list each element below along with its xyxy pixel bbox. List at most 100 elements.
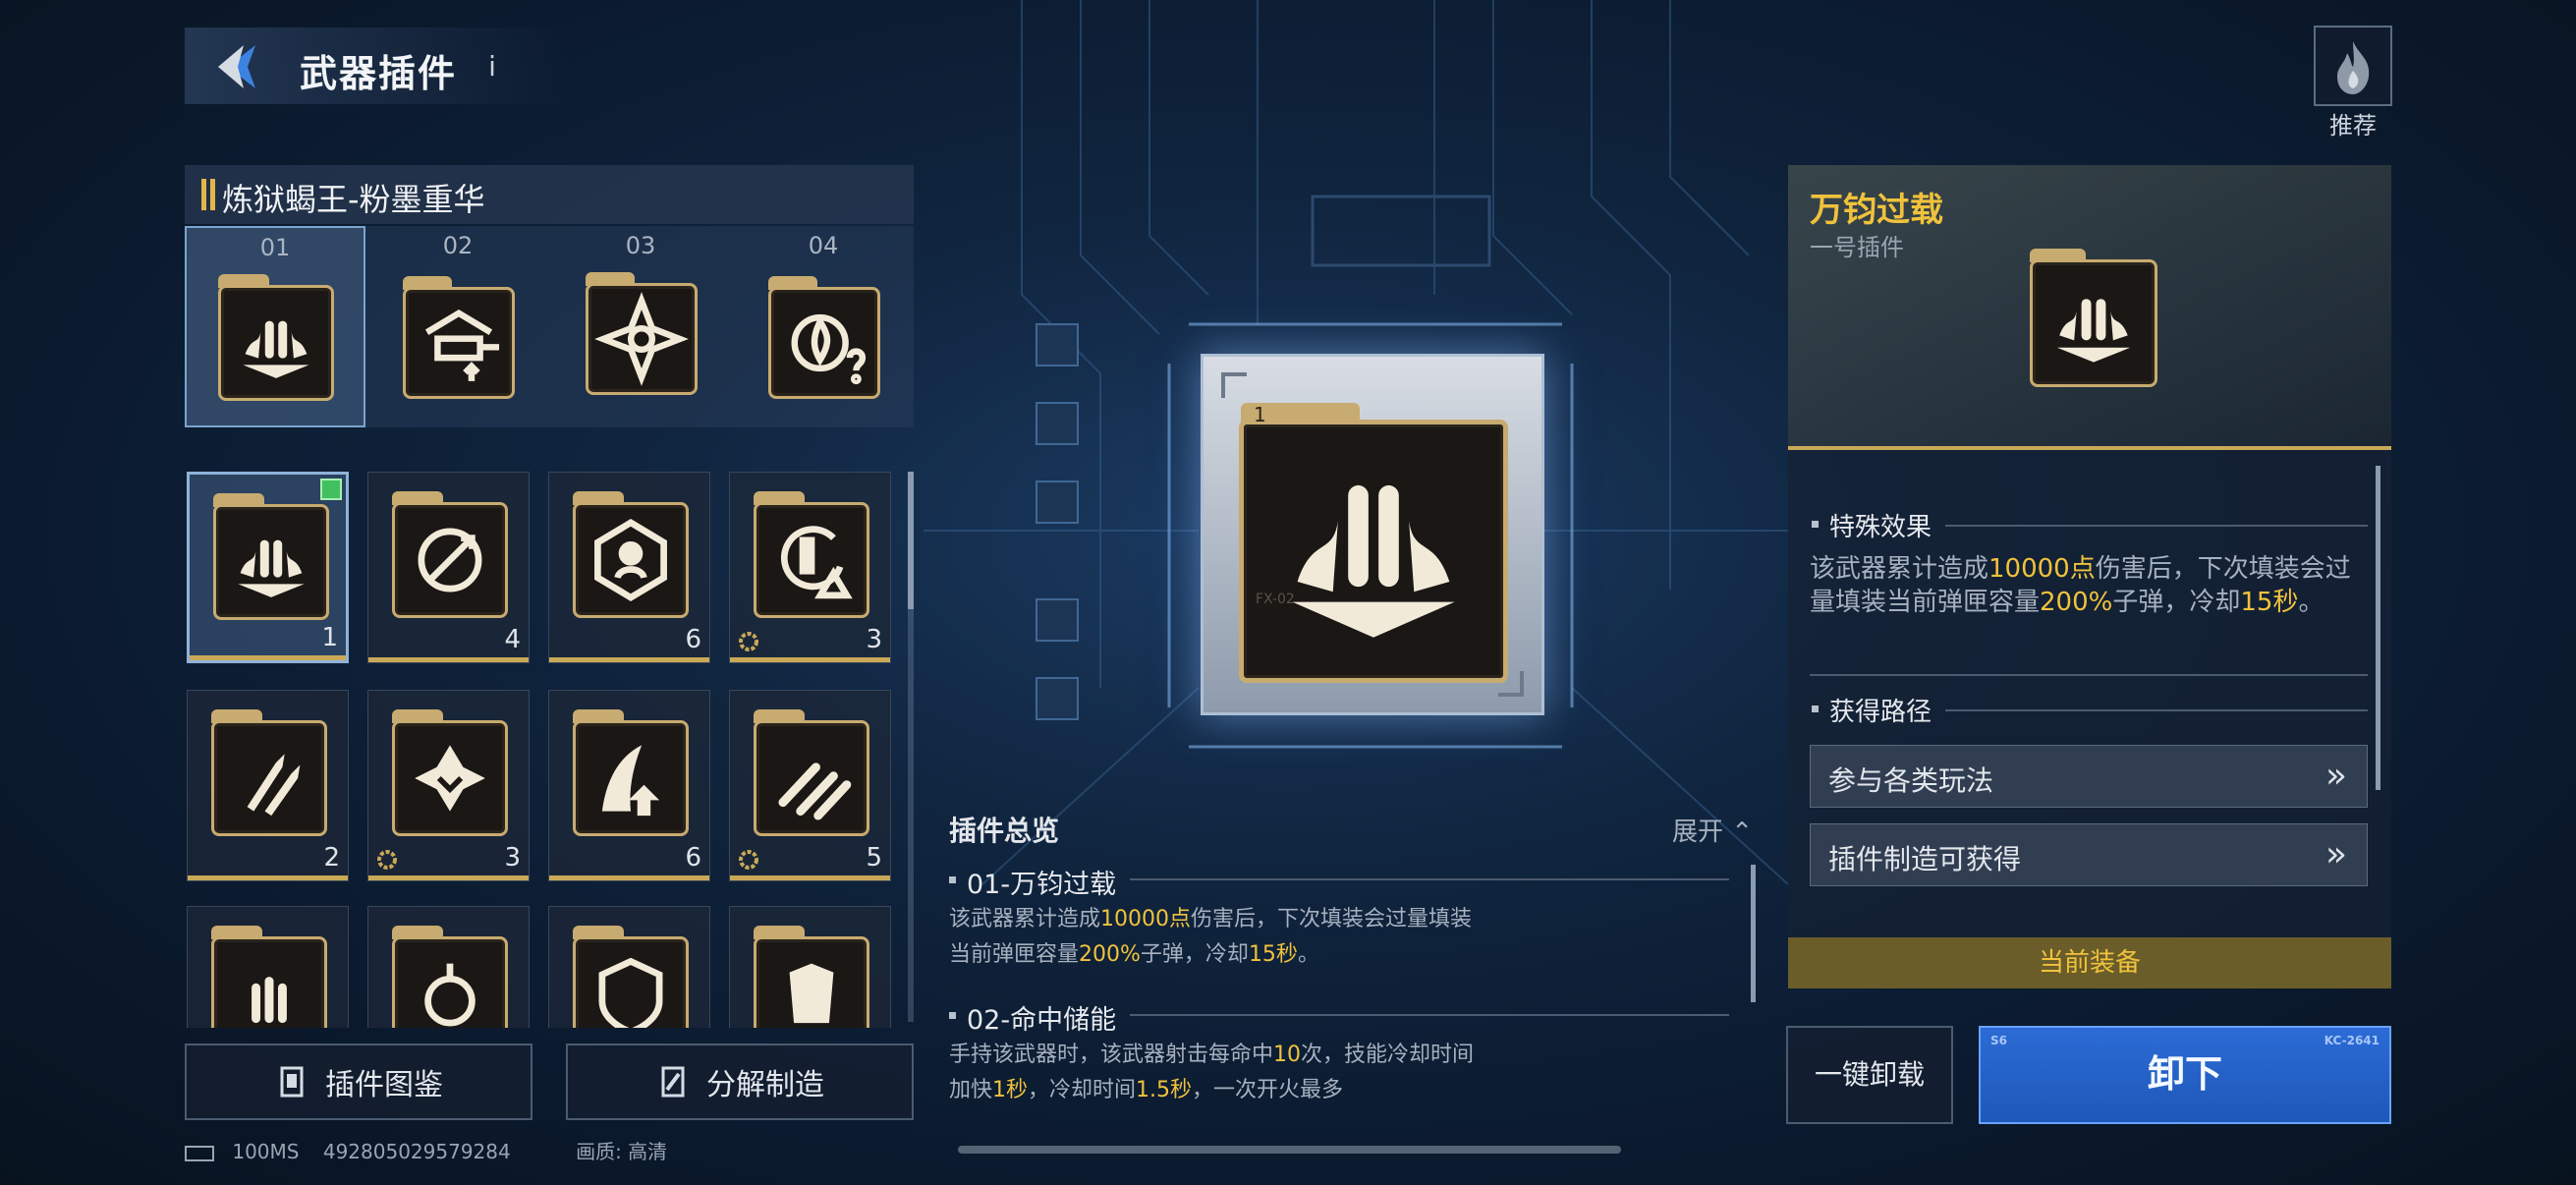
slot-04[interactable]: 04 [733,226,914,427]
inventory-card[interactable]: 1 [187,472,349,663]
catalog-button[interactable]: 插件图鉴 [185,1044,532,1120]
plugin-slots: 01 02 03 04 [185,226,914,427]
overview-title: 插件总览 [949,815,1060,847]
expand-label: 展开 [1672,818,1724,847]
flame-icon [2337,41,2370,94]
inventory-card[interactable] [729,906,891,1028]
plugin-count: 2 [323,843,340,873]
button-mark: KC-2641 [2324,1034,2380,1047]
rarity-bar [730,875,890,880]
plugin-count: 5 [866,843,882,873]
slot-01[interactable]: 01 [185,226,365,427]
plugin-count: 1 [321,623,338,652]
expand-toggle[interactable]: 展开 ⌃ [1672,812,1753,848]
chip-code: FX-02 [1256,592,1295,607]
quality-label: 画质: 高清 [576,1140,668,1163]
page-title: 武器插件 [300,52,458,95]
unload-label: 卸下 [2147,1052,2222,1096]
slot-03[interactable]: 03 [550,226,731,427]
inventory-card[interactable]: 3 [367,690,530,881]
rockets-icon [211,709,327,836]
plugin-chip-display: 1 FX-02 [1201,354,1544,715]
divider [1945,525,2368,527]
detail-scrollbar[interactable] [2376,466,2380,790]
bullet-dot [1812,521,1819,528]
bullets-wings-icon [2030,249,2157,387]
chevron-up-icon: ⌃ [1731,818,1754,847]
craft-icon [661,1066,685,1098]
inventory-card[interactable]: 2 [187,690,349,881]
status-bar: 100MS 492805029579284 画质: 高清 [185,1136,667,1164]
craft-label: 分解制造 [706,1068,824,1102]
slot-number: 03 [625,232,656,259]
inventory-card[interactable]: 5 [729,690,891,881]
horizontal-scrollbar[interactable] [958,1146,1621,1154]
plugin-name: 万钧过载 [1810,191,1943,230]
target-head-icon [573,491,689,618]
slot-number: 01 [259,234,291,261]
bullets-wings-icon [218,274,334,401]
effect-title: 特殊效果 [1829,513,1932,542]
double-chevron-right-icon: » [2324,834,2347,875]
bullets-icon [211,926,327,1028]
bullet-dot [949,876,956,883]
crosshair-star-icon [586,272,698,395]
overview-item-text: 该武器累计造成10000点伤害后，下次填装会过量填装当前弹匣容量200%子弹，冷… [949,907,1473,967]
plugin-count: 4 [504,625,521,654]
scrollbar-thumb[interactable] [908,472,914,609]
player-id: 492805029579284 [322,1140,511,1163]
rarity-bar [190,655,346,660]
turret-icon [403,276,515,399]
inventory-card[interactable]: 3 [729,472,891,663]
wave-up-icon [573,709,689,836]
overview-item-heading: 01-万钧过载 [967,870,1117,900]
weapon-name: 炼狱蝎王-粉墨重华 [222,181,485,218]
equipped-badge [320,479,342,500]
rarity-bar [730,657,890,662]
catalog-label: 插件图鉴 [325,1068,443,1102]
chip-number: 1 [1254,403,1266,426]
grenade-icon [392,926,508,1028]
divider [1945,709,2368,711]
overview-scrollbar[interactable] [1751,865,1756,1002]
plugin-slot-label: 一号插件 [1810,234,1904,261]
info-icon[interactable]: i [476,47,509,86]
bullets-wings-icon: 1 FX-02 [1239,403,1508,683]
recommend-button[interactable] [2314,26,2392,106]
burst-icon [392,709,508,836]
missiles-icon [754,709,869,836]
plugin-count: 3 [504,843,521,873]
gear-icon [377,850,397,870]
inventory-card[interactable] [187,906,349,1028]
reload-warning-icon [754,491,869,618]
source-label: 插件制造可获得 [1828,843,2022,875]
shield-icon [573,926,689,1028]
accent-marker [201,179,206,210]
inventory-card[interactable]: 6 [548,690,710,881]
rarity-bar [188,875,348,880]
plugin-count: 3 [866,625,882,654]
bullet-dot [1812,705,1819,712]
source-gameplay-button[interactable]: 参与各类玩法 » [1810,745,2368,808]
recommend-label: 推荐 [2329,112,2377,140]
source-title: 获得路径 [1829,698,1932,727]
rocket-circle-icon [392,491,508,618]
slot-02[interactable]: 02 [367,226,548,427]
back-arrow-icon[interactable] [214,37,273,96]
source-craft-button[interactable]: 插件制造可获得 » [1810,823,2368,886]
rarity-bar [368,875,529,880]
overview-item-heading: 02-命中储能 [967,1005,1117,1036]
inventory-card[interactable]: 4 [367,472,530,663]
inventory-card[interactable]: 6 [548,472,710,663]
divider [1130,878,1729,880]
bullets-wings-icon [213,493,329,620]
plugin-count: 6 [685,625,701,654]
inventory-card[interactable] [548,906,710,1028]
craft-button[interactable]: 分解制造 [566,1044,914,1120]
inventory-card[interactable] [367,906,530,1028]
unload-button[interactable]: S6 KC-2641 卸下 [1979,1026,2391,1124]
current-equipped-label: 当前装备 [1788,937,2391,988]
unload-all-button[interactable]: 一键卸载 [1786,1026,1953,1124]
rarity-bar [368,657,529,662]
inventory-row-partial [185,902,908,1028]
